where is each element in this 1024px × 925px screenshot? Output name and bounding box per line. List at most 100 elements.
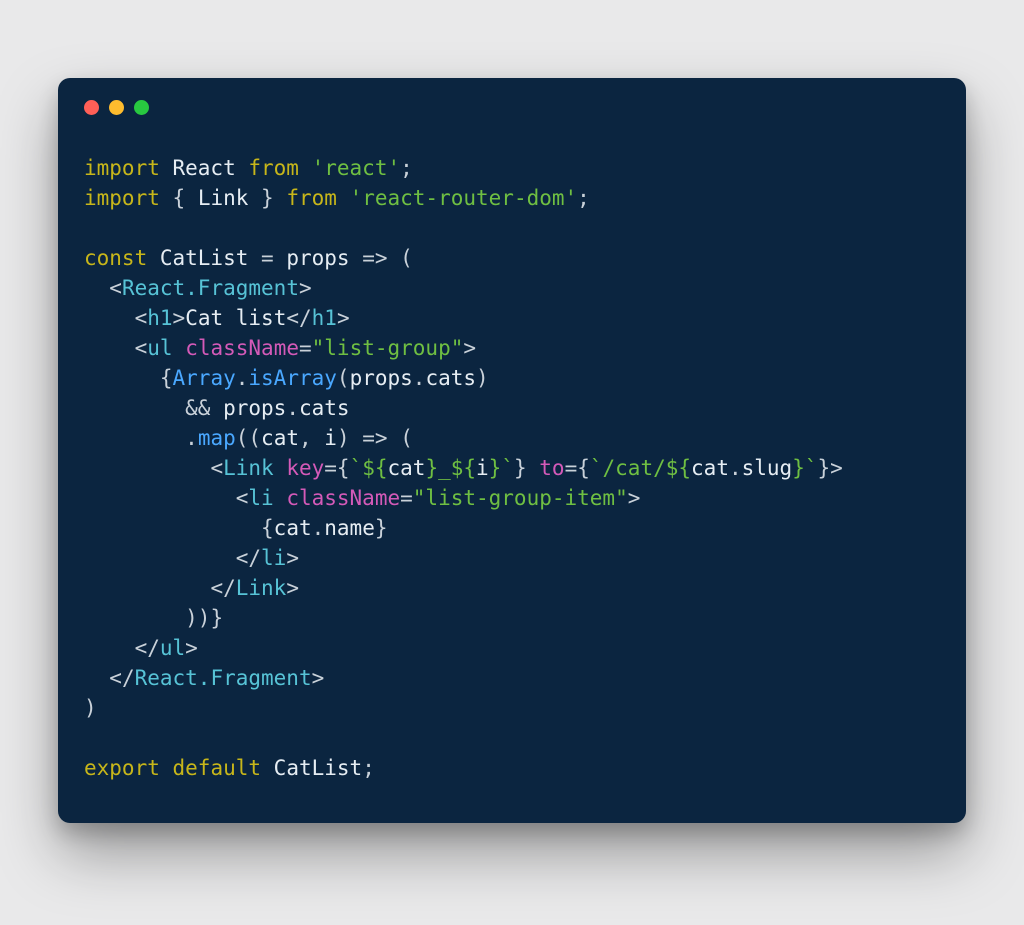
code-token (84, 306, 135, 330)
code-token (84, 636, 135, 660)
code-token: </ (210, 576, 235, 600)
code-token: props (210, 396, 286, 420)
code-token: }` (792, 456, 817, 480)
code-token (84, 486, 236, 510)
code-token (387, 246, 400, 270)
code-token: . (729, 456, 742, 480)
code-token (337, 186, 350, 210)
code-token: map (198, 426, 236, 450)
code-token (173, 336, 186, 360)
code-token: < (135, 336, 148, 360)
code-token (388, 426, 401, 450)
code-token: => (362, 246, 387, 270)
code-window: import React from 'react'; import { Link… (58, 78, 966, 823)
window-controls (84, 100, 940, 115)
code-token: > (299, 276, 312, 300)
code-token (84, 546, 236, 570)
code-token (160, 186, 173, 210)
code-token: { (173, 186, 186, 210)
code-token: key (286, 456, 324, 480)
code-token: i (476, 456, 489, 480)
code-token: ( (400, 246, 413, 270)
code-token: } (514, 456, 527, 480)
code-token: ; (577, 186, 590, 210)
code-token: }> (818, 456, 843, 480)
code-token: . (236, 366, 249, 390)
code-token: cat (261, 426, 299, 450)
code-token: = (299, 336, 312, 360)
code-token: . (286, 396, 299, 420)
code-token (84, 576, 210, 600)
code-token (160, 756, 173, 780)
code-token: ={ (324, 456, 349, 480)
page-background: import React from 'react'; import { Link… (0, 0, 1024, 925)
code-token: className (286, 486, 400, 510)
code-token: ) (84, 696, 97, 720)
code-token: export (84, 756, 160, 780)
code-token: = (261, 246, 274, 270)
code-token: h1 (312, 306, 337, 330)
code-token: </ (236, 546, 261, 570)
code-token: CatList (261, 756, 362, 780)
code-token: h1 (147, 306, 172, 330)
code-token: < (236, 486, 249, 510)
code-token: > (286, 546, 299, 570)
code-token: "list-group-item" (413, 486, 628, 510)
code-token: { (261, 516, 274, 540)
code-token: = (400, 486, 413, 510)
code-token (84, 666, 109, 690)
zoom-icon[interactable] (134, 100, 149, 115)
code-token: > (312, 666, 325, 690)
code-token: > (286, 576, 299, 600)
code-token: React.Fragment (135, 666, 312, 690)
code-token: => (362, 426, 387, 450)
code-token: import (84, 186, 160, 210)
code-token: Array (173, 366, 236, 390)
code-token: > (337, 306, 350, 330)
code-token (274, 486, 287, 510)
code-token: (( (236, 426, 261, 450)
code-token: isArray (248, 366, 337, 390)
code-token: `/cat/${ (590, 456, 691, 480)
code-token: 'react-router-dom' (350, 186, 578, 210)
code-token: const (84, 246, 147, 270)
code-token: ul (160, 636, 185, 660)
code-token: ) (476, 366, 489, 390)
code-token: cat (691, 456, 729, 480)
minimize-icon[interactable] (109, 100, 124, 115)
code-token: > (185, 636, 198, 660)
close-icon[interactable] (84, 100, 99, 115)
code-token: </ (286, 306, 311, 330)
code-token: cats (299, 396, 350, 420)
code-token: CatList (147, 246, 261, 270)
code-token: > (463, 336, 476, 360)
code-token: { (160, 366, 173, 390)
code-token: li (261, 546, 286, 570)
code-token: to (539, 456, 564, 480)
code-block: import React from 'react'; import { Link… (84, 153, 940, 783)
code-token: from (286, 186, 337, 210)
code-token: < (135, 306, 148, 330)
code-token: li (248, 486, 273, 510)
code-token (274, 456, 287, 480)
code-token: Link (185, 186, 261, 210)
code-token: slug (742, 456, 793, 480)
code-token (84, 336, 135, 360)
code-token (350, 426, 363, 450)
code-token: } (375, 516, 388, 540)
code-token: Cat list (185, 306, 286, 330)
code-token (84, 396, 185, 420)
code-token: && (185, 396, 210, 420)
code-token (84, 366, 160, 390)
code-token (84, 516, 261, 540)
code-token: Link (223, 456, 274, 480)
code-token: `${ (350, 456, 388, 480)
code-token: . (185, 426, 198, 450)
code-token: > (173, 306, 186, 330)
code-token: cat (274, 516, 312, 540)
code-token: </ (135, 636, 160, 660)
code-token: Link (236, 576, 287, 600)
code-token: className (185, 336, 299, 360)
code-token: . (413, 366, 426, 390)
code-token: </ (109, 666, 134, 690)
